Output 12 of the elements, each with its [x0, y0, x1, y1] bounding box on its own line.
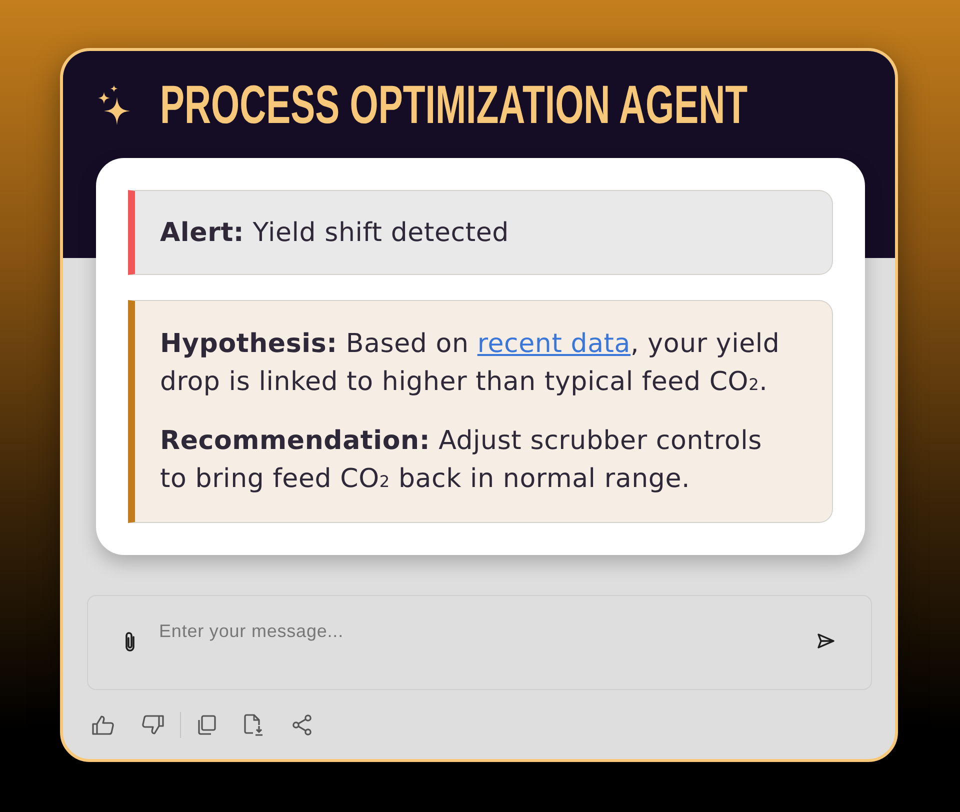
- message-text: Alert: Yield shift detected: [160, 217, 510, 250]
- paperclip-icon[interactable]: [123, 631, 137, 653]
- document-download-icon[interactable]: [244, 714, 264, 736]
- message-field[interactable]: Enter your message...: [87, 595, 872, 690]
- panel-title: PROCESS OPTIMIZATION AGENT: [160, 76, 748, 132]
- message-input[interactable]: Enter your message...: [159, 620, 797, 660]
- send-icon[interactable]: [817, 633, 835, 649]
- share-icon[interactable]: [292, 714, 312, 736]
- recent-data-link[interactable]: recent data: [477, 329, 631, 359]
- thumbs-up-icon[interactable]: [92, 715, 114, 735]
- copy-icon[interactable]: [197, 715, 216, 735]
- thumbs-down-icon[interactable]: [142, 715, 164, 735]
